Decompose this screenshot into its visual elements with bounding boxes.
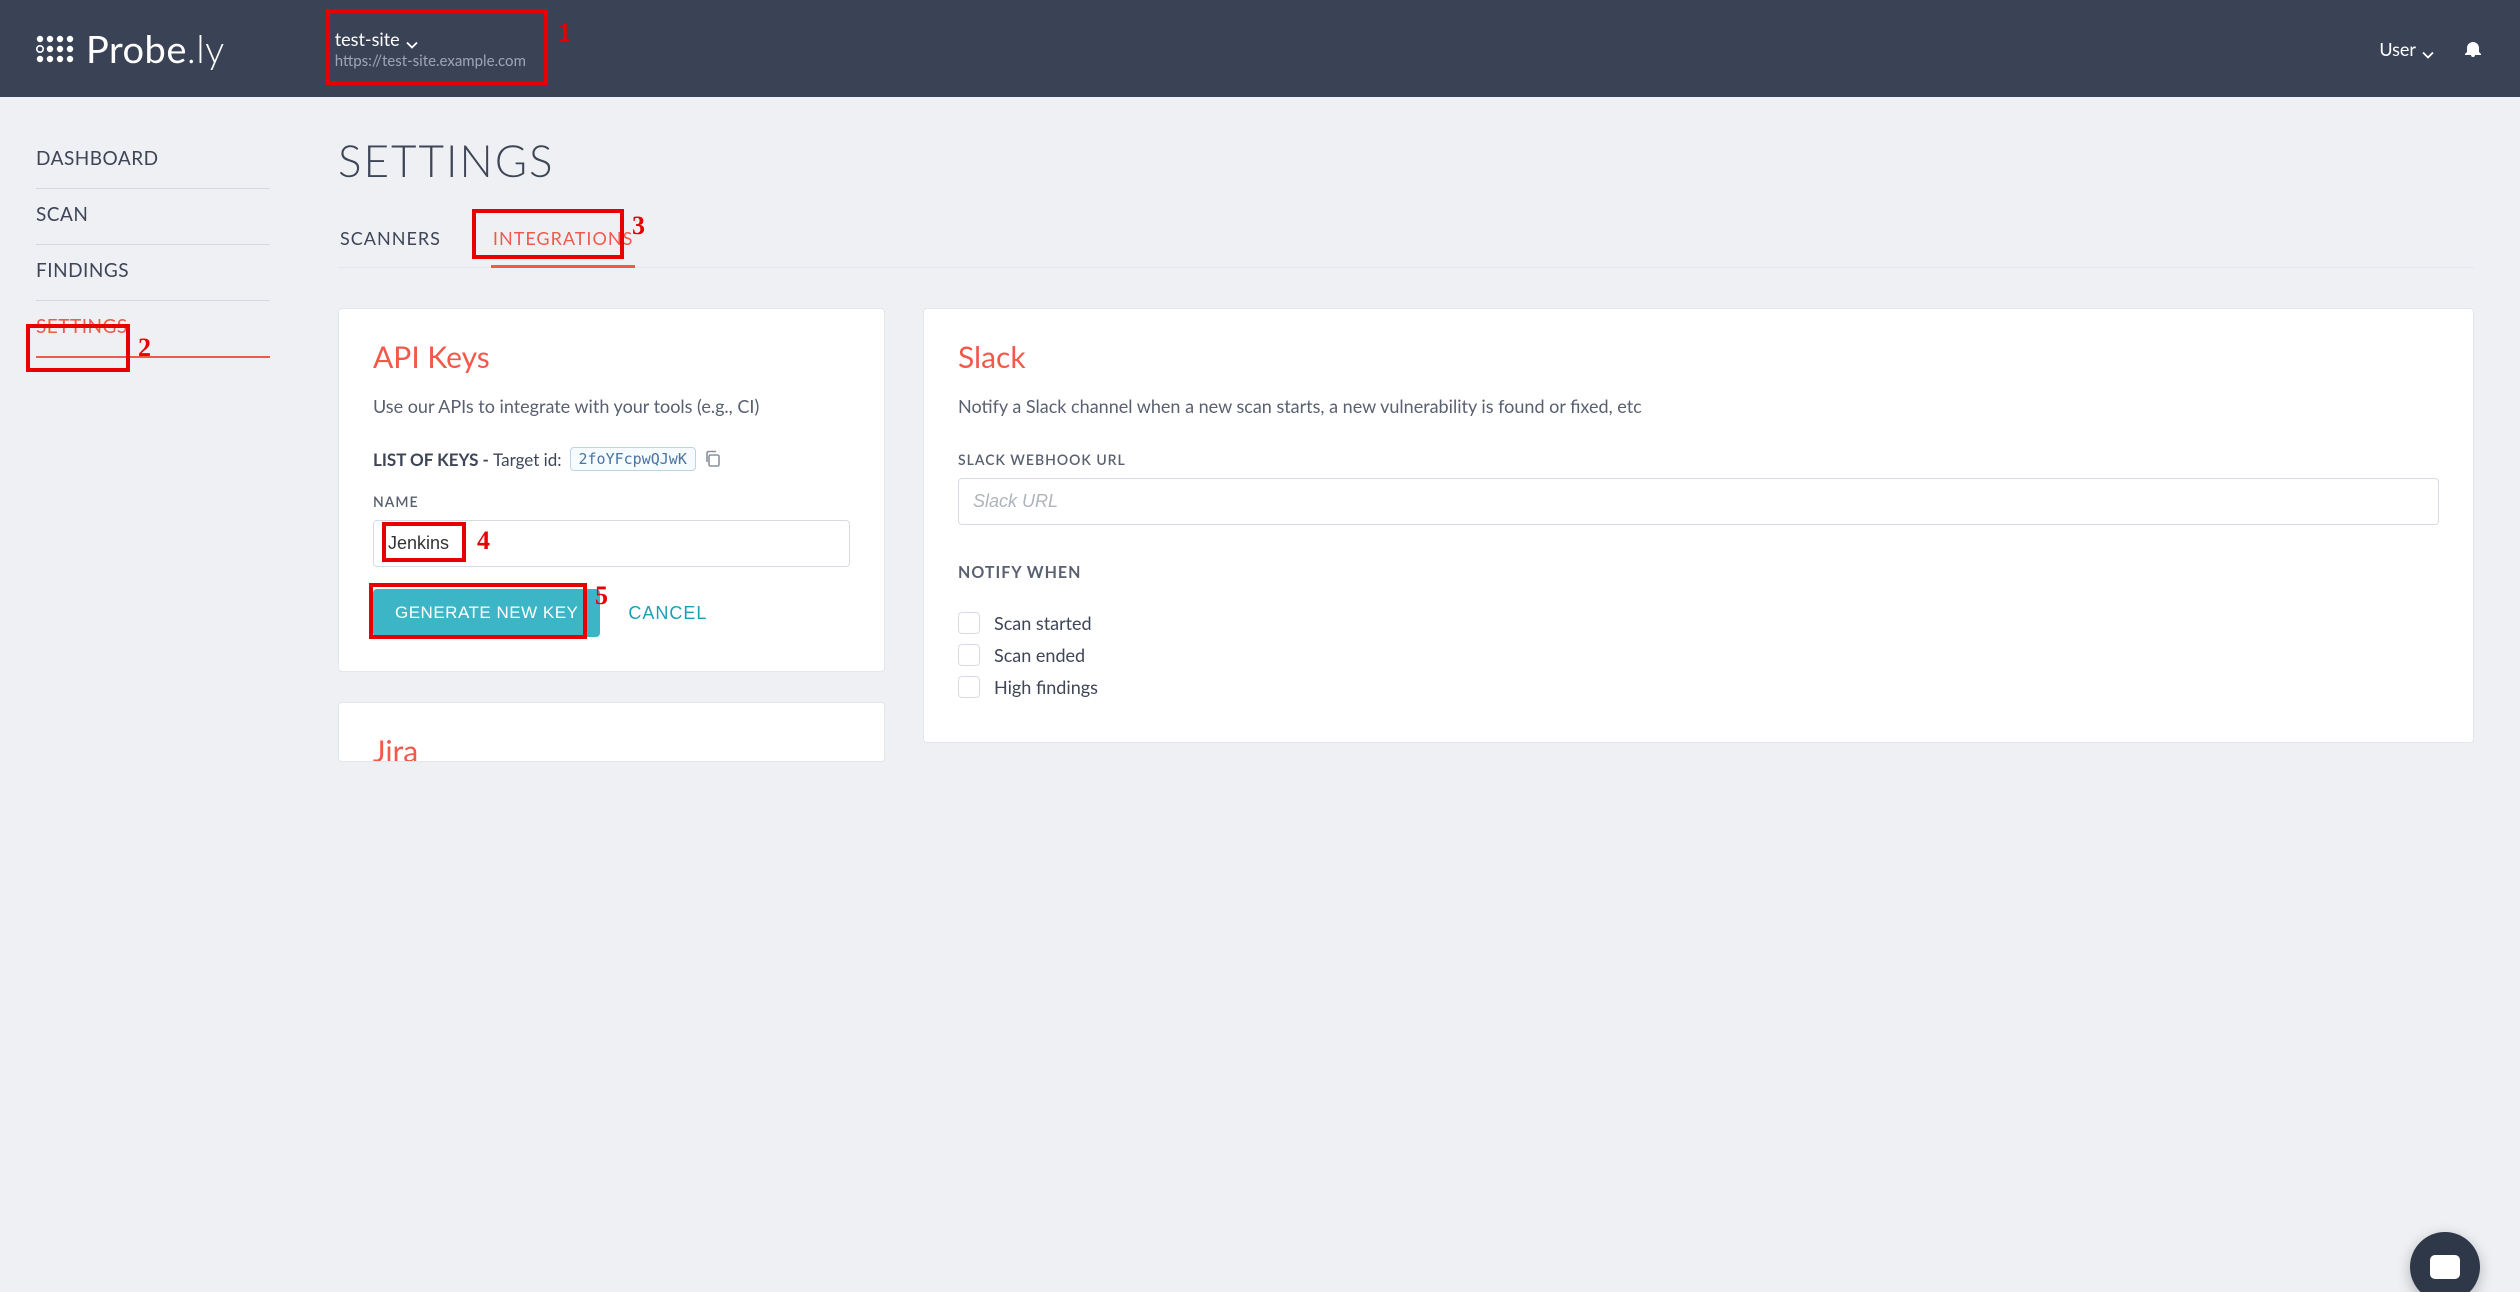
api-keys-card: API Keys Use our APIs to integrate with … <box>338 308 885 672</box>
site-url: https://test-site.example.com <box>335 52 526 70</box>
notify-option[interactable]: High findings <box>958 676 2439 698</box>
sidebar-item-findings[interactable]: FINDINGS <box>36 245 270 301</box>
card-description: Use our APIs to integrate with your tool… <box>373 395 850 417</box>
option-label: Scan ended <box>994 644 1085 666</box>
sidebar: DASHBOARD SCAN FINDINGS SETTINGS 2 <box>0 97 300 358</box>
slack-url-input[interactable] <box>958 478 2439 525</box>
card-title: API Keys <box>373 339 850 375</box>
app-logo: Probe.ly <box>34 26 225 72</box>
chat-widget[interactable] <box>2410 1232 2480 1292</box>
sidebar-item-scan[interactable]: SCAN <box>36 189 270 245</box>
tab-scanners[interactable]: SCANNERS <box>338 217 443 267</box>
checkbox-icon[interactable] <box>958 676 980 698</box>
logo-text-suffix: .ly <box>187 26 225 72</box>
target-id-value: 2foYFcpwQJwK <box>570 447 696 471</box>
site-name: test-site <box>335 28 400 50</box>
card-title: Jira <box>373 733 850 762</box>
button-label: CANCEL <box>628 603 707 623</box>
card-title: Slack <box>958 339 2439 375</box>
checkbox-icon[interactable] <box>958 612 980 634</box>
user-label: User <box>2379 38 2416 60</box>
chevron-down-icon <box>2422 43 2434 55</box>
sidebar-item-label: SCAN <box>36 203 88 226</box>
notify-option[interactable]: Scan started <box>958 612 2439 634</box>
site-selector[interactable]: test-site https://test-site.example.com <box>325 22 536 76</box>
checkbox-icon[interactable] <box>958 644 980 666</box>
option-label: High findings <box>994 676 1098 698</box>
main-content: SETTINGS SCANNERS INTEGRATIONS 3 API Key… <box>300 97 2520 762</box>
page-title: SETTINGS <box>338 135 2474 187</box>
slack-card: Slack Notify a Slack channel when a new … <box>923 308 2474 743</box>
tab-label: SCANNERS <box>340 227 441 249</box>
logo-text-main: Probe <box>86 26 187 72</box>
logo-mark-icon <box>34 33 78 65</box>
tab-integrations[interactable]: INTEGRATIONS <box>491 217 635 267</box>
copy-icon[interactable] <box>704 450 722 468</box>
bell-icon[interactable] <box>2464 40 2482 58</box>
name-field-label: NAME <box>373 493 850 510</box>
annotation-number-1: 1 <box>558 18 571 48</box>
keys-header: LIST OF KEYS - Target id: 2foYFcpwQJwK <box>373 447 850 471</box>
keys-list-label: LIST OF KEYS - <box>373 449 493 470</box>
notify-option[interactable]: Scan ended <box>958 644 2439 666</box>
sidebar-item-label: FINDINGS <box>36 259 129 282</box>
generate-key-button[interactable]: GENERATE NEW KEY <box>373 589 600 637</box>
option-label: Scan started <box>994 612 1092 634</box>
api-key-name-input[interactable] <box>373 520 850 567</box>
slack-url-label: SLACK WEBHOOK URL <box>958 451 2439 468</box>
sidebar-item-label: DASHBOARD <box>36 147 159 170</box>
jira-card: Jira <box>338 702 885 762</box>
user-menu[interactable]: User <box>2379 38 2434 60</box>
logo-text: Probe.ly <box>86 26 225 72</box>
chat-icon <box>2430 1255 2460 1279</box>
app-header: Probe.ly test-site https://test-site.exa… <box>0 0 2520 97</box>
card-description: Notify a Slack channel when a new scan s… <box>958 395 2439 417</box>
sidebar-item-dashboard[interactable]: DASHBOARD <box>36 133 270 189</box>
cancel-button[interactable]: CANCEL <box>622 602 713 625</box>
sidebar-item-settings[interactable]: SETTINGS <box>36 301 270 358</box>
tabs: SCANNERS INTEGRATIONS 3 <box>338 217 2474 268</box>
sidebar-item-label: SETTINGS <box>36 315 128 338</box>
tab-label: INTEGRATIONS <box>493 227 633 249</box>
target-id-label: Target id: <box>493 449 561 470</box>
chevron-down-icon <box>406 33 418 45</box>
button-label: GENERATE NEW KEY <box>395 603 578 622</box>
notify-when-label: NOTIFY WHEN <box>958 563 2439 582</box>
